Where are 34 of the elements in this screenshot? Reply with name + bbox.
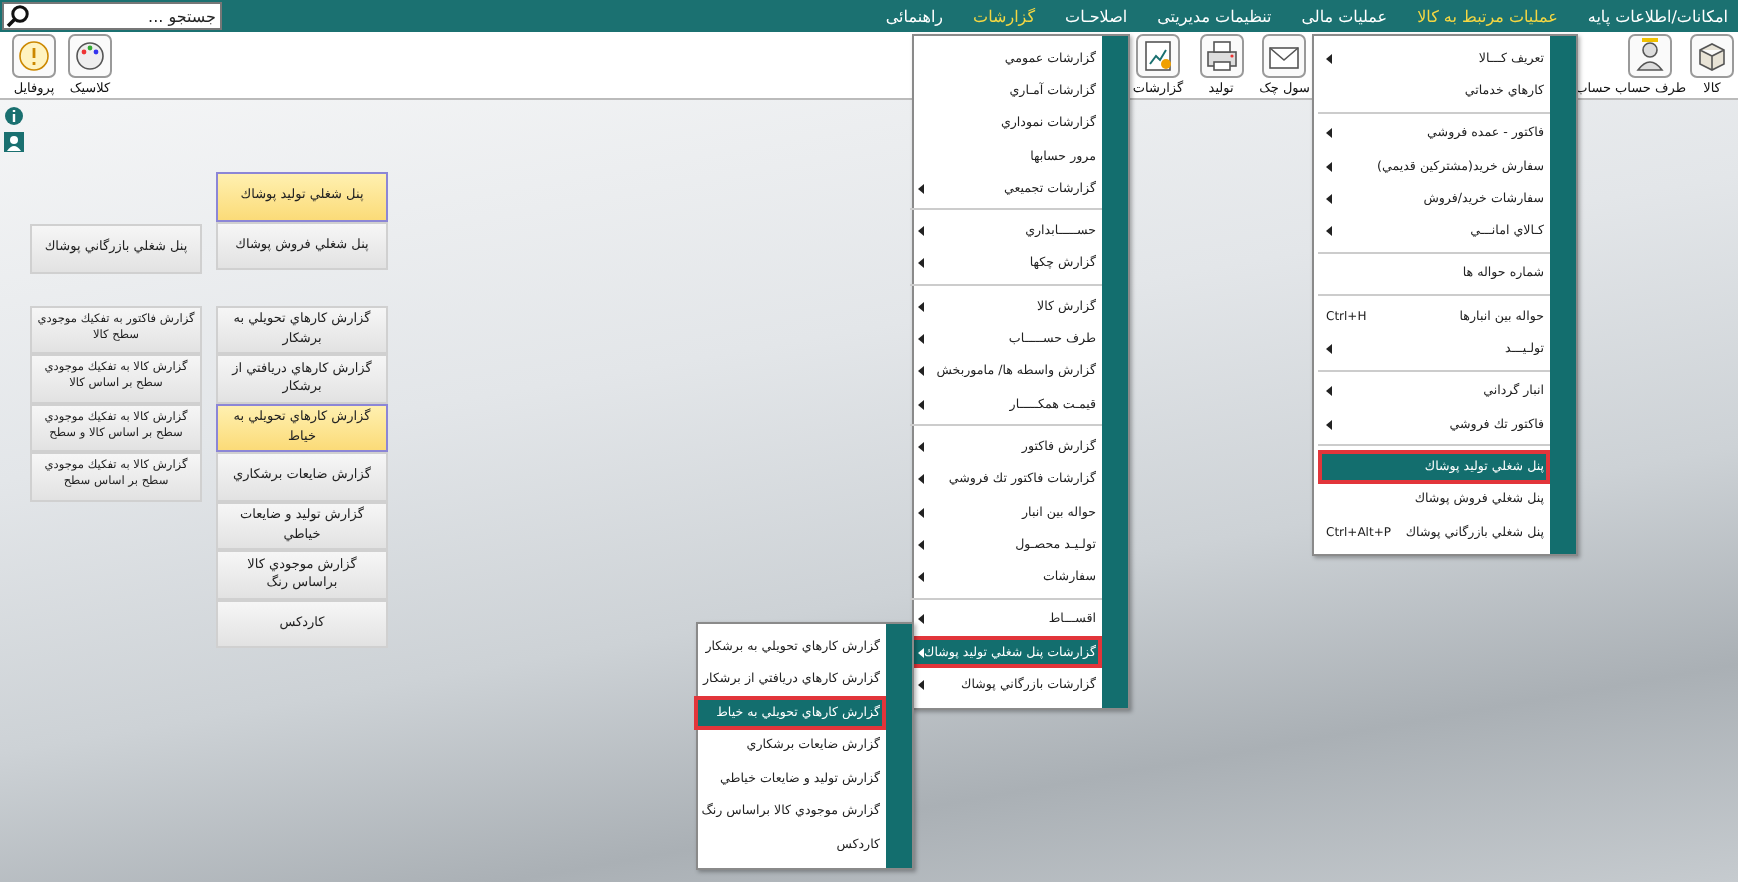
menu-bar-item[interactable]: امکانات/اطلاعات پایه xyxy=(1587,7,1728,25)
search-icon[interactable] xyxy=(6,4,30,28)
menu-bar-item[interactable]: عملیات مالی xyxy=(1301,7,1388,25)
submenu-caret-icon xyxy=(1326,386,1332,397)
search-field[interactable]: جستجو ... xyxy=(2,2,222,30)
info-icon[interactable] xyxy=(4,106,24,126)
submenu-caret-icon xyxy=(1326,226,1332,237)
menu-bar-item[interactable]: گزارشات xyxy=(973,7,1036,25)
submenu-caret-icon xyxy=(918,474,925,485)
submenu-caret-icon xyxy=(1326,419,1332,430)
submenu-caret-icon xyxy=(918,572,925,583)
submenu-caret-icon xyxy=(918,507,925,517)
menu-bar-item[interactable]: راهنمائی xyxy=(885,7,944,25)
submenu-caret-icon xyxy=(918,647,925,658)
submenu-caret-icon xyxy=(1326,53,1332,64)
menu-bar-item[interactable]: عملیات مرتبط به کالا xyxy=(1417,7,1558,25)
submenu-caret-icon xyxy=(918,399,925,410)
submenu-caret-icon xyxy=(918,539,925,550)
submenu-caret-icon xyxy=(918,614,925,625)
menu-bar-item[interactable]: تنظیمات مدیریتی xyxy=(1157,7,1272,25)
submenu-caret-icon xyxy=(918,226,925,237)
submenu-caret-icon xyxy=(918,441,925,452)
menu-bar-item[interactable]: اصلاحـات xyxy=(1065,7,1128,25)
submenu-caret-icon xyxy=(1326,193,1332,204)
submenu-caret-icon xyxy=(918,334,925,345)
submenu-caret-icon xyxy=(1326,128,1332,139)
submenu-caret-icon xyxy=(918,366,925,377)
submenu-caret-icon xyxy=(918,183,925,194)
user-icon[interactable] xyxy=(4,132,24,152)
submenu-caret-icon xyxy=(1326,161,1332,172)
submenu-caret-icon xyxy=(918,679,925,690)
submenu-caret-icon xyxy=(1326,344,1332,355)
submenu-caret-icon xyxy=(918,258,925,269)
submenu-caret-icon xyxy=(918,301,925,312)
